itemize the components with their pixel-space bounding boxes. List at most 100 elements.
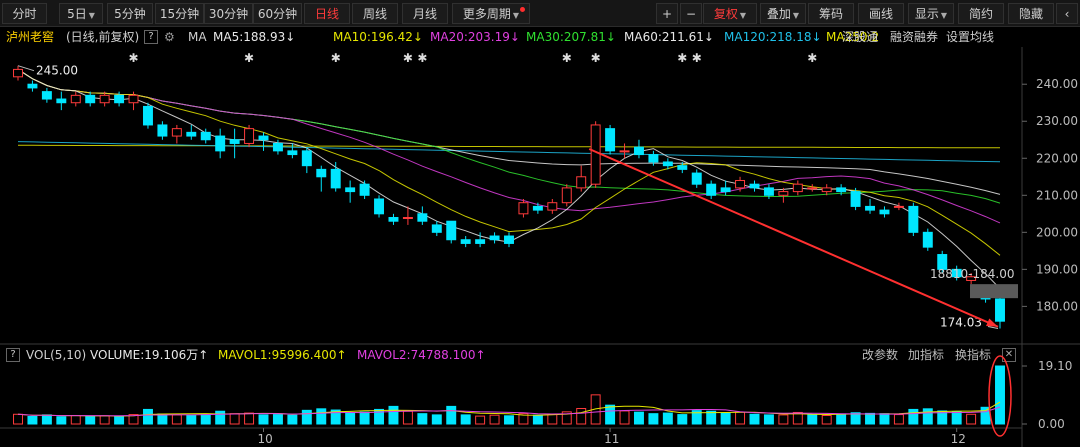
candle-body xyxy=(619,150,630,153)
volume-tick-label: 0.00 xyxy=(1038,417,1065,431)
volume-bar xyxy=(244,412,255,425)
candle-body xyxy=(893,205,904,208)
date-tick-label: 11 xyxy=(604,432,619,446)
volume-bar xyxy=(475,415,486,425)
candle-body xyxy=(995,298,1005,322)
candle-body xyxy=(662,161,673,167)
candle-body xyxy=(778,191,789,196)
volume-tick-label: 19.10 xyxy=(1038,359,1072,373)
volume-bar xyxy=(532,414,543,425)
volume-bar xyxy=(836,413,847,425)
candle-body xyxy=(402,217,413,220)
volume-bar xyxy=(893,414,904,425)
volume-bar xyxy=(186,414,197,425)
volume-bar xyxy=(504,415,514,425)
candle-body xyxy=(792,183,803,193)
volume-bar xyxy=(388,405,399,425)
candle-body xyxy=(301,150,312,167)
volume-bar xyxy=(980,406,991,425)
candle-body xyxy=(908,205,919,233)
volume-bar xyxy=(431,414,442,425)
candle-body xyxy=(85,94,96,104)
candle-body xyxy=(142,105,153,126)
candle-body xyxy=(922,231,933,248)
volume-bar xyxy=(763,414,774,425)
price-tick-label: 200.00 xyxy=(1036,225,1078,239)
volume-bar xyxy=(142,408,153,425)
candle-body xyxy=(633,146,644,156)
volume-bar xyxy=(677,414,688,425)
date-tick-label: 12 xyxy=(951,432,966,446)
volume-bar xyxy=(301,409,312,425)
volume-bar xyxy=(605,404,616,425)
candle-body xyxy=(374,198,385,215)
candle-body xyxy=(27,83,38,89)
volume-bar xyxy=(417,413,428,425)
volume-bar xyxy=(547,413,558,425)
candle-body xyxy=(836,187,847,193)
candle-body xyxy=(518,202,529,215)
candle-body xyxy=(128,94,139,104)
candle-body xyxy=(504,235,514,244)
event-marker-icon: ✱ xyxy=(677,51,687,65)
event-marker-icon: ✱ xyxy=(244,51,254,65)
event-marker-icon: ✱ xyxy=(562,51,572,65)
candle-body xyxy=(431,224,442,233)
volume-bar xyxy=(735,411,746,425)
volume-bar xyxy=(114,415,125,425)
volume-bar xyxy=(272,414,283,425)
volume-bar xyxy=(446,405,457,425)
candle-body xyxy=(590,124,601,185)
volume-bar xyxy=(70,414,81,425)
event-marker-icon: ✱ xyxy=(807,51,817,65)
trend-arrow-line xyxy=(588,148,999,328)
ma10-line xyxy=(17,68,1001,256)
volume-bar xyxy=(359,411,370,425)
volume-bar xyxy=(402,410,413,425)
volume-bar xyxy=(200,413,211,425)
candle-body xyxy=(547,202,558,211)
candle-body xyxy=(41,91,52,100)
volume-bar xyxy=(460,414,471,425)
current-price-box xyxy=(970,284,1018,299)
volume-bar xyxy=(706,410,717,425)
volume-bar xyxy=(662,412,673,425)
event-marker-icon: ✱ xyxy=(417,51,427,65)
candlestick-chart[interactable]: 240.00 230.00 220.00 210.00 200.00 190.00 180.… xyxy=(0,0,1080,447)
candle-body xyxy=(330,168,341,189)
candle-body xyxy=(446,220,457,241)
candle-body xyxy=(272,142,283,152)
volume-bar xyxy=(879,413,890,425)
current-range-label: 18810-184.00 xyxy=(930,267,1015,281)
volume-bar xyxy=(13,413,23,425)
candle-body xyxy=(345,187,356,193)
volume-bar xyxy=(287,414,298,425)
candle-body xyxy=(287,150,298,156)
volume-bar xyxy=(995,365,1005,425)
candle-body xyxy=(821,187,832,193)
candle-body xyxy=(460,239,471,244)
candle-body xyxy=(229,139,240,144)
candle-body xyxy=(56,98,67,104)
candle-body xyxy=(489,235,500,241)
volume-bar xyxy=(966,413,977,425)
candle-body xyxy=(850,191,861,207)
volume-bar xyxy=(215,410,226,425)
price-tick-label: 180.00 xyxy=(1036,299,1078,313)
volume-bar xyxy=(345,412,356,425)
candle-body xyxy=(879,209,890,215)
candle-body xyxy=(215,135,226,152)
price-tick-label: 240.00 xyxy=(1036,77,1078,91)
volume-bar xyxy=(619,410,630,425)
candle-body xyxy=(114,94,125,104)
volume-bar xyxy=(229,413,240,425)
ma250-line xyxy=(18,144,1000,149)
volume-bar xyxy=(171,414,182,425)
volume-bar xyxy=(99,415,110,425)
price-tick-label: 190.00 xyxy=(1036,262,1078,276)
candle-body xyxy=(706,183,717,196)
price-tick-label: 220.00 xyxy=(1036,151,1078,165)
volume-bar xyxy=(633,411,644,425)
volume-bar xyxy=(41,414,52,425)
candle-body xyxy=(258,135,269,141)
